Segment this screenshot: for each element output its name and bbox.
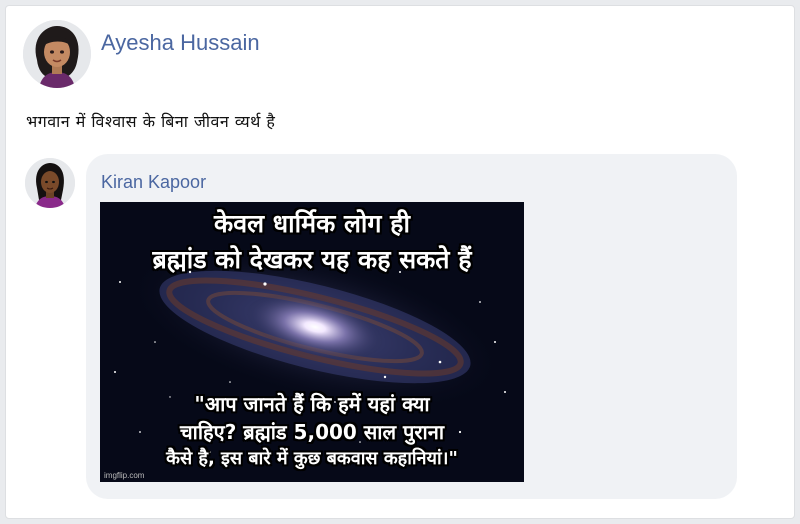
post-card: Ayesha Hussain भगवान में विश्वास के बिना… bbox=[5, 5, 795, 519]
meme-bottom-line-1: "आप जानते हैं कि हमें यहां क्या bbox=[194, 392, 430, 416]
meme-top-line-1: केवल धार्मिक लोग ही bbox=[214, 209, 410, 238]
post-text: भगवान में विश्वास के बिना जीवन व्यर्थ है bbox=[26, 112, 276, 131]
poster-avatar[interactable] bbox=[23, 20, 91, 88]
comment-bubble: Kiran Kapoor केवल धार्मिक लोग ही ब्रह्मा… bbox=[86, 154, 737, 499]
meme-image[interactable]: केवल धार्मिक लोग ही ब्रह्मांड को देखकर य… bbox=[100, 202, 524, 482]
commenter-avatar[interactable] bbox=[25, 158, 75, 208]
meme-bottom-line-2: चाहिए? ब्रह्मांड 5,000 साल पुराना bbox=[179, 420, 445, 444]
meme-watermark: imgflip.com bbox=[104, 471, 145, 480]
meme-bottom-line-3: कैसे है, इस बारे में कुछ बकवास कहानियां।… bbox=[166, 448, 458, 469]
commenter-name[interactable]: Kiran Kapoor bbox=[101, 172, 206, 193]
poster-name[interactable]: Ayesha Hussain bbox=[101, 30, 260, 56]
meme-top-line-2: ब्रह्मांड को देखकर यह कह सकते हैं bbox=[152, 245, 472, 274]
